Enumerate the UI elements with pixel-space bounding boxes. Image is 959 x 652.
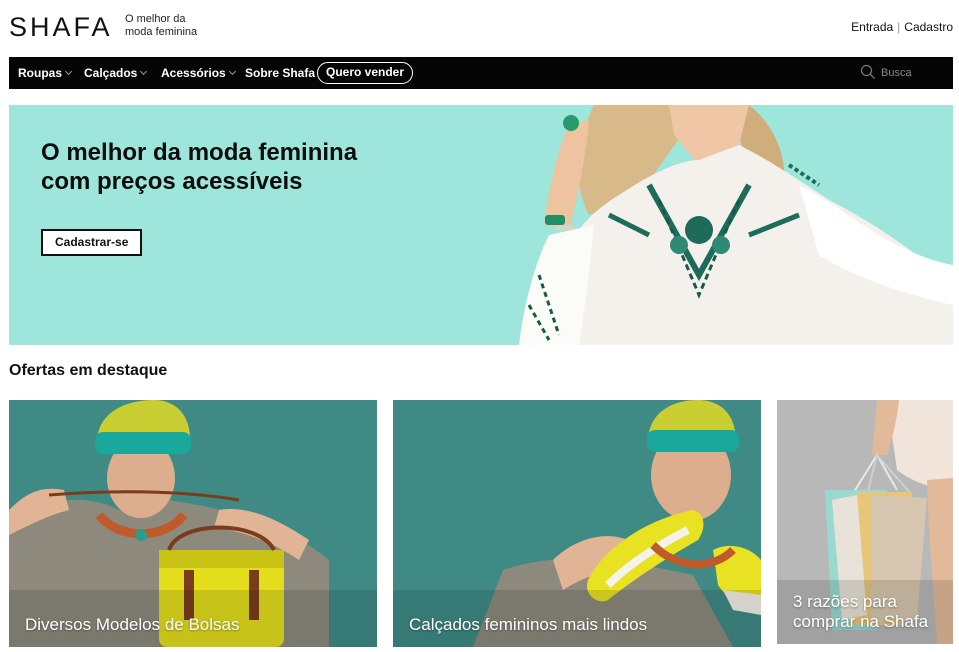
nav-item-acessorios[interactable]: Acessórios [161, 66, 236, 80]
bags-offer-image [9, 400, 377, 647]
signup-button[interactable]: Cadastrar-se [41, 229, 143, 256]
nav-item-label: Acessórios [161, 66, 226, 80]
nav-item-label: Roupas [18, 66, 63, 80]
offer-card-label-line-2: comprar na Shafa [793, 612, 929, 631]
hero-title-line-2: com preços acessíveis [41, 168, 303, 195]
login-link[interactable]: Entrada [851, 20, 893, 34]
auth-separator: | [897, 20, 901, 34]
hero-model-image [519, 105, 953, 345]
chevron-down-icon [228, 67, 236, 76]
sell-button[interactable]: Quero vender [317, 62, 414, 84]
auth-links: Entrada | Cadastro [851, 20, 953, 34]
tagline-line-1: O melhor da [125, 13, 186, 25]
offer-card-shoes[interactable]: Calçados femininos mais lindos [393, 400, 761, 647]
hero-title: O melhor da moda feminina com preços ace… [41, 138, 461, 196]
nav-item-label: Calçados [84, 66, 138, 80]
nav-item-label: Sobre Shafa [245, 66, 316, 80]
nav-item-sobre-shafa[interactable]: Sobre Shafa [245, 66, 315, 80]
nav-item-roupas[interactable]: Roupas [18, 66, 73, 80]
offer-card-label-line-1: 3 razões para [793, 592, 897, 611]
chevron-down-icon [140, 67, 148, 76]
tagline: O melhor da moda feminina [125, 13, 197, 39]
nav-item-calcados[interactable]: Calçados [84, 66, 148, 80]
main-navbar: Roupas Calçados Acessórios Sobre Shafa Q… [9, 57, 953, 89]
hero-banner: O melhor da moda feminina com preços ace… [9, 105, 953, 345]
search-input[interactable] [881, 63, 947, 83]
search-icon[interactable] [860, 64, 876, 80]
chevron-down-icon [64, 67, 73, 76]
hero-title-line-1: O melhor da moda feminina [41, 139, 358, 166]
tagline-line-2: moda feminina [125, 26, 198, 38]
register-link[interactable]: Cadastro [904, 20, 953, 34]
featured-section-title: Ofertas em destaque [9, 362, 168, 379]
shoes-offer-image [393, 400, 761, 647]
shafa-logo[interactable]: SHAFA [9, 12, 113, 43]
offer-card-label: 3 razões para comprar na Shafa [793, 592, 928, 632]
offer-card-bags[interactable]: Diversos Modelos de Bolsas [9, 400, 377, 647]
top-header: SHAFA O melhor da moda feminina Entrada |… [9, 0, 953, 56]
offer-card-label: Calçados femininos mais lindos [409, 615, 648, 634]
offer-card-label: Diversos Modelos de Bolsas [25, 615, 240, 634]
offer-card-reasons[interactable]: 3 razões para comprar na Shafa [777, 400, 953, 644]
